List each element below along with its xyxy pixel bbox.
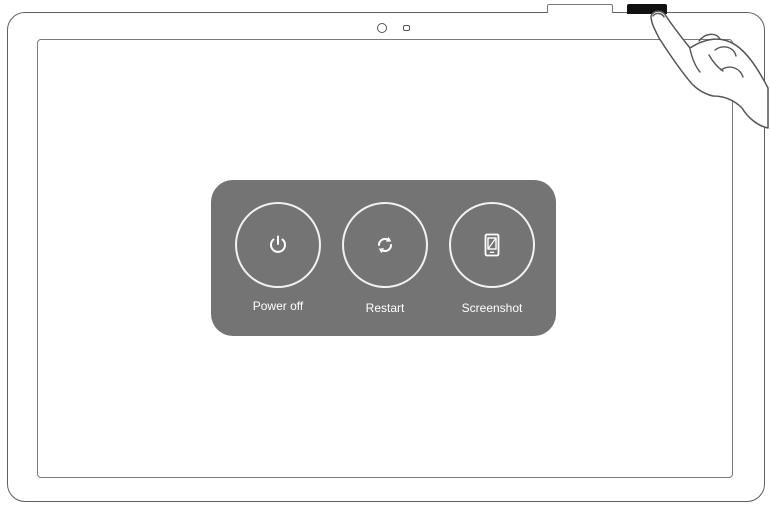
front-camera (377, 23, 387, 33)
screenshot-button[interactable] (449, 202, 535, 288)
restart-button[interactable] (342, 202, 428, 288)
restart-icon (378, 236, 392, 254)
power-off-label: Power off (252, 299, 304, 313)
power-off-option[interactable]: Power off (228, 202, 328, 322)
restart-option[interactable]: Restart (335, 202, 435, 322)
restart-label: Restart (365, 301, 405, 315)
screenshot-icon (484, 233, 500, 257)
power-icon (270, 235, 286, 253)
power-off-button[interactable] (235, 202, 321, 288)
power-menu: Power off Restart Screenshot (211, 180, 556, 336)
light-sensor (403, 25, 410, 31)
screenshot-option[interactable]: Screenshot (442, 202, 542, 322)
screenshot-label: Screenshot (461, 301, 523, 315)
volume-key[interactable] (547, 4, 613, 13)
hand-pressing-power-key-illustration (650, 10, 769, 129)
